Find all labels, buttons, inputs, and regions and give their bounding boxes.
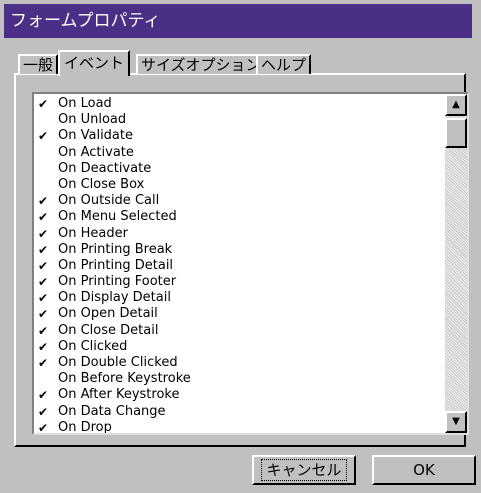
checkmark-icon: ✔	[38, 258, 49, 273]
event-list-item[interactable]: ✔ On Double Clicked	[34, 355, 444, 371]
scroll-up-arrow-icon: ▲	[452, 99, 460, 110]
checkmark-icon: ✔	[38, 210, 49, 225]
event-label: On Display Detail	[58, 290, 171, 306]
tab-events[interactable]: イベント	[58, 50, 131, 76]
event-list-item[interactable]: ✔ On Data Change	[34, 404, 444, 420]
checkmark-icon: ✔	[38, 194, 49, 209]
checkmark-icon: ✔	[38, 307, 49, 322]
event-label: On Activate	[58, 144, 134, 160]
event-label: On Header	[58, 225, 128, 241]
event-label: On Data Change	[58, 403, 166, 419]
checkmark-icon: ✔	[38, 404, 49, 419]
event-list-item[interactable]: ✔ On Printing Break	[34, 242, 444, 258]
event-list-item[interactable]: ✔ On Open Detail	[34, 306, 444, 322]
event-label: On Menu Selected	[58, 209, 177, 225]
event-list-item[interactable]: On Deactivate	[34, 161, 444, 177]
event-list[interactable]: ✔ On Load On Unload ✔ On Validate On Activate…	[32, 92, 469, 435]
checkmark-icon: ✔	[38, 242, 49, 257]
event-label: On Before Keystroke	[58, 371, 191, 387]
checkmark-icon: ✔	[38, 226, 49, 241]
cancel-button[interactable]: キャンセル	[252, 455, 356, 485]
scroll-up-button[interactable]: ▲	[445, 94, 467, 116]
event-label: On Printing Footer	[58, 274, 177, 290]
event-list-item[interactable]: ✔ On Header	[34, 226, 444, 242]
event-list-item[interactable]: ✔ On Close Detail	[34, 323, 444, 339]
event-label: On After Keystroke	[58, 387, 180, 403]
event-list-item[interactable]: On Close Box	[34, 177, 444, 193]
event-label: On Printing Detail	[58, 257, 174, 273]
event-list-item[interactable]: On Activate	[34, 145, 444, 161]
event-label: On Printing Break	[58, 241, 173, 257]
checkmark-icon: ✔	[38, 339, 49, 354]
window-title: フォームプロパティ	[4, 4, 472, 38]
checkmark-icon: ✔	[38, 388, 49, 403]
event-list-item[interactable]: ✔ On Printing Detail	[34, 258, 444, 274]
event-label: On Clicked	[58, 338, 128, 354]
checkmark-icon: ✔	[38, 420, 49, 435]
event-list-item[interactable]: ✔ On Menu Selected	[34, 209, 444, 225]
checkmark-icon: ✔	[38, 275, 49, 290]
event-list-item[interactable]: ✔ On Outside Call	[34, 193, 444, 209]
checkmark-icon: ✔	[38, 97, 49, 111]
event-label: On Close Box	[58, 176, 145, 192]
event-list-item[interactable]: ✔ On Printing Footer	[34, 274, 444, 290]
event-list-item[interactable]: On Before Keystroke	[34, 371, 444, 387]
event-label: On Unload	[58, 112, 127, 128]
event-list-item[interactable]: ✔ On After Keystroke	[34, 387, 444, 403]
checkmark-icon: ✔	[38, 129, 49, 144]
event-list-item[interactable]: ✔ On Validate	[34, 128, 444, 144]
event-label: On Open Detail	[58, 306, 158, 322]
checkmark-icon: ✔	[38, 291, 49, 306]
event-list-item[interactable]: ✔ On Clicked	[34, 339, 444, 355]
event-items: ✔ On Load On Unload ✔ On Validate On Activate…	[34, 96, 444, 435]
vertical-scrollbar[interactable]: ▲ ▼	[445, 94, 467, 433]
event-list-item[interactable]: ✔ On Load	[34, 96, 444, 112]
form-properties-dialog: フォームプロパティ 一般 イベント サイズオプション ヘルプ ✔ On Load O…	[0, 0, 481, 493]
event-label: On Outside Call	[58, 193, 160, 209]
event-label: On Deactivate	[58, 160, 152, 176]
scroll-down-button[interactable]: ▼	[445, 411, 467, 433]
tab-help[interactable]: ヘルプ	[256, 54, 312, 74]
event-list-item[interactable]: ✔ On Display Detail	[34, 290, 444, 306]
event-label: On Drop	[58, 419, 112, 435]
tab-size-options[interactable]: サイズオプション	[136, 54, 266, 74]
scroll-down-arrow-icon: ▼	[452, 416, 460, 427]
event-label: On Validate	[58, 128, 133, 144]
ok-button[interactable]: OK	[372, 455, 476, 485]
scroll-thumb[interactable]	[445, 118, 467, 148]
checkmark-icon: ✔	[38, 356, 49, 370]
event-list-item[interactable]: On Unload	[34, 112, 444, 128]
cancel-button-label: キャンセル	[261, 459, 347, 481]
event-label: On Load	[58, 96, 112, 111]
event-label: On Double Clicked	[58, 355, 178, 370]
tab-general[interactable]: 一般	[18, 54, 59, 74]
event-label: On Close Detail	[58, 322, 159, 338]
checkmark-icon: ✔	[38, 323, 49, 338]
event-list-item[interactable]: ✔ On Drop	[34, 419, 444, 435]
